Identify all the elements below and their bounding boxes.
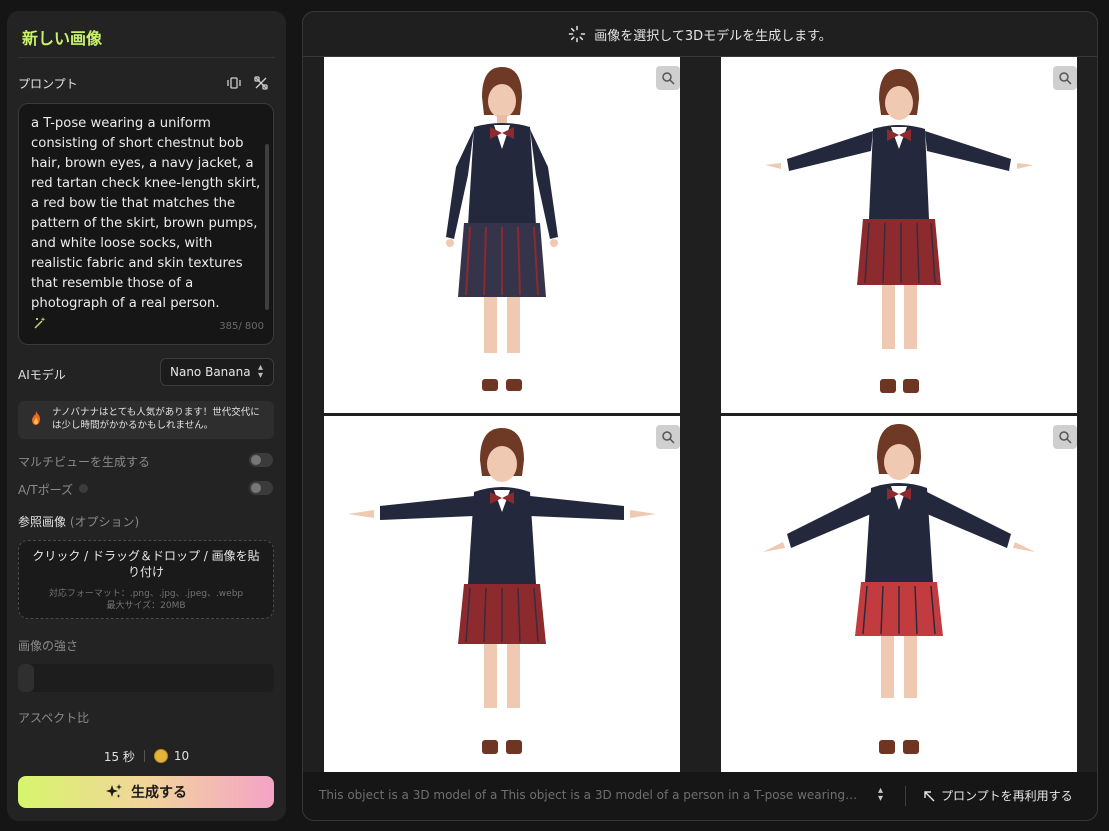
sparkle-icon: [106, 784, 122, 798]
result-image-3[interactable]: [324, 416, 680, 772]
loading-icon: [568, 25, 586, 43]
zoom-icon[interactable]: [1053, 66, 1077, 90]
zoom-icon[interactable]: [656, 66, 680, 90]
aspect-ratio-label: アスペクト比: [18, 711, 90, 725]
image-grid: [324, 57, 1077, 772]
popularity-notice: ナノバナナはとても人気があります！世代交代には少し時間がかかるかもしれません。: [18, 401, 274, 439]
model-value: Nano Banana: [170, 365, 251, 379]
reference-upload-area[interactable]: クリック / ドラッグ＆ドロップ / 画像を貼り付け 対応フォーマット：.png…: [18, 540, 274, 619]
info-icon[interactable]: [79, 484, 88, 493]
time-cost: 15 秒: [103, 749, 135, 764]
figure-illustration: [765, 69, 1033, 393]
generate-label: 生成する: [131, 785, 187, 801]
prompt-textarea[interactable]: a T-pose wearing a uniform consisting of…: [18, 103, 274, 345]
expand-icon[interactable]: [225, 74, 243, 92]
divider: [905, 786, 906, 806]
arrow-up-left-icon: [924, 790, 935, 801]
reuse-prompt-label: プロンプトを再利用する: [941, 789, 1073, 803]
zoom-icon[interactable]: [1053, 425, 1077, 449]
upload-formats-info: 対応フォーマット：.png、.jpg、.jpeg、.webp 最大サイズ：20M…: [19, 588, 273, 612]
credit-cost: 10: [173, 749, 190, 763]
generation-cost: 15 秒 10: [7, 748, 286, 764]
reference-label: 参照画像 (オプション): [18, 513, 139, 530]
zoom-icon[interactable]: [656, 425, 680, 449]
magic-wand-icon[interactable]: [33, 315, 47, 334]
chevron-updown-icon[interactable]: ▴ ▾: [878, 786, 883, 804]
slider-thumb[interactable]: [18, 664, 34, 692]
notice-text: ナノバナナはとても人気があります！世代交代には少し時間がかかるかもしれません。: [52, 407, 260, 431]
atpose-toggle[interactable]: [249, 481, 273, 495]
prompt-label: プロンプト: [18, 77, 78, 91]
multiview-label: マルチビューを生成する: [18, 455, 151, 469]
strength-label: 画像の強さ: [18, 639, 79, 653]
cost-separator: [143, 750, 145, 762]
upload-instructions: クリック / ドラッグ＆ドロップ / 画像を貼り付け: [32, 549, 260, 579]
multiview-toggle[interactable]: [249, 453, 273, 467]
figure-illustration: [763, 424, 1035, 754]
caption-bar: This object is a 3D model of a This obje…: [303, 772, 1097, 820]
result-image-1[interactable]: [324, 57, 680, 413]
fire-icon: [32, 411, 40, 425]
settings-panel: 新しい画像 プロンプト a T-pose wearing a uniform c…: [7, 11, 286, 821]
figure-illustration: [348, 428, 656, 754]
figure-illustration: [446, 67, 558, 391]
strength-slider[interactable]: [18, 664, 274, 692]
panel-title: 新しい画像: [22, 29, 103, 48]
char-counter: 385/ 800: [219, 321, 264, 332]
results-panel: 画像を選択して3Dモデルを生成します。 This object is a 3D …: [302, 11, 1098, 821]
result-image-2[interactable]: [721, 57, 1077, 413]
clear-icon[interactable]: [252, 74, 270, 92]
prompt-text[interactable]: a T-pose wearing a uniform consisting of…: [31, 114, 261, 314]
model-select[interactable]: Nano Banana ▴ ▾: [160, 358, 274, 386]
chevron-updown-icon: ▴ ▾: [257, 362, 263, 381]
results-header-text: 画像を選択して3Dモデルを生成します。: [594, 28, 832, 44]
divider: [18, 57, 275, 58]
result-image-4[interactable]: [721, 416, 1077, 772]
model-label: AIモデル: [18, 368, 66, 382]
image-caption: This object is a 3D model of a This obje…: [319, 788, 859, 802]
reuse-prompt-button[interactable]: プロンプトを再利用する: [923, 787, 1073, 804]
atpose-label: A/Tポーズ: [18, 483, 73, 497]
prompt-scrollbar[interactable]: [265, 144, 269, 310]
reference-optional: (オプション): [69, 515, 140, 529]
reference-label-text: 参照画像: [18, 515, 67, 529]
coin-icon: [153, 749, 168, 763]
upload-formats: 対応フォーマット：.png、.jpg、.jpeg、.webp: [48, 589, 244, 599]
upload-maxsize: 最大サイズ：20MB: [106, 601, 186, 611]
results-header: 画像を選択して3Dモデルを生成します。: [303, 12, 1097, 57]
generate-button[interactable]: 生成する: [18, 776, 274, 808]
